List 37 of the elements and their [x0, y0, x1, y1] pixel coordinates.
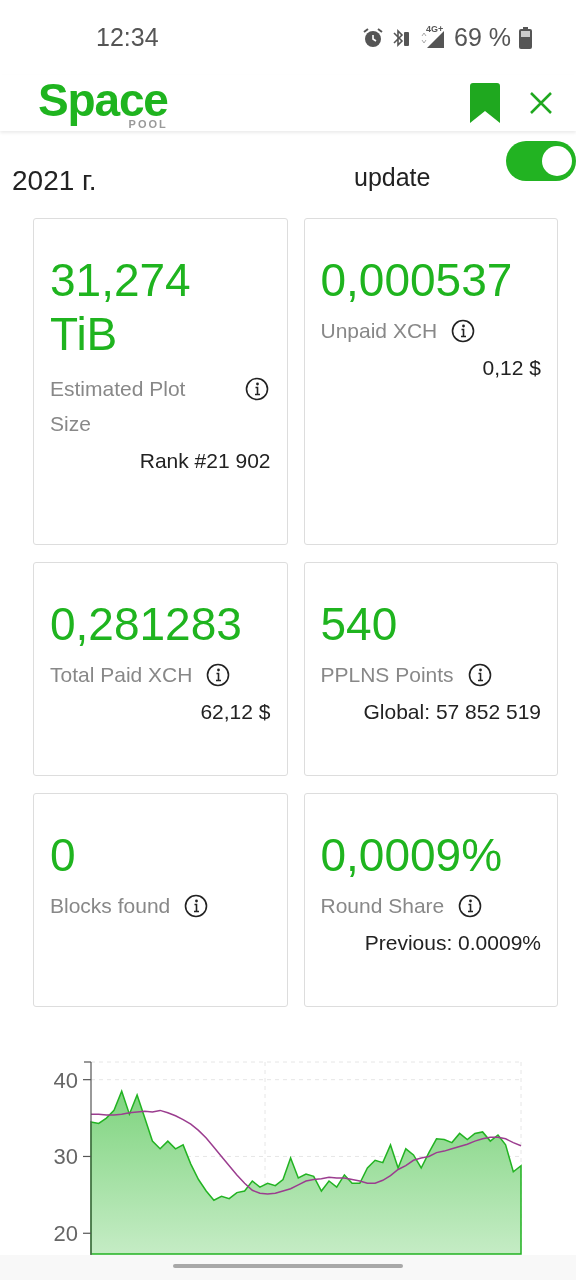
battery-icon — [519, 26, 532, 49]
stat-subtext: Rank #21 902 — [139, 448, 271, 474]
auto-update-toggle[interactable] — [506, 141, 576, 181]
stat-subtext: 62,12 $ — [200, 699, 271, 725]
stat-label: PPLNS Points — [320, 662, 454, 688]
info-icon[interactable] — [458, 893, 483, 918]
close-icon[interactable] — [530, 92, 552, 114]
stat-label: Blocks found — [50, 893, 171, 919]
stat-value: 0,0009% — [320, 828, 504, 882]
bluetooth-icon — [392, 26, 410, 49]
stat-value: 31,274 TiB — [50, 253, 192, 361]
stat-value: 540 — [320, 597, 399, 651]
stat-label: Estimated Plot Size — [50, 376, 187, 437]
clock-time: 12:34 — [96, 21, 159, 53]
stat-label: Unpaid XCH — [320, 318, 438, 344]
battery-percent: 69 % — [454, 21, 511, 53]
stat-subtext: 0,12 $ — [482, 355, 541, 381]
info-icon[interactable] — [206, 662, 231, 687]
y-tick-label: 40 — [53, 1067, 78, 1093]
stat-value: 0,000537 — [320, 253, 514, 307]
bookmark-icon[interactable] — [470, 83, 500, 123]
stat-value: 0,281283 — [50, 597, 243, 651]
info-icon[interactable] — [244, 377, 269, 401]
member-since-text: 2021 г. — [12, 164, 97, 198]
info-icon[interactable] — [467, 662, 492, 687]
stat-label: Round Share — [320, 893, 445, 919]
stat-subtext: Previous: 0.0009% — [364, 930, 541, 956]
y-tick-label: 20 — [53, 1221, 78, 1247]
stat-label: Total Paid XCH — [50, 662, 193, 688]
auto-update-label: update — [354, 162, 432, 193]
network-label: 4G+ — [426, 22, 444, 36]
info-icon[interactable] — [451, 318, 476, 343]
info-icon[interactable] — [184, 893, 209, 918]
alarm-icon — [362, 26, 384, 49]
stat-subtext: Global: 57 852 519 — [363, 699, 541, 725]
stat-value: 0 — [50, 828, 77, 882]
y-tick-label: 30 — [53, 1144, 78, 1170]
